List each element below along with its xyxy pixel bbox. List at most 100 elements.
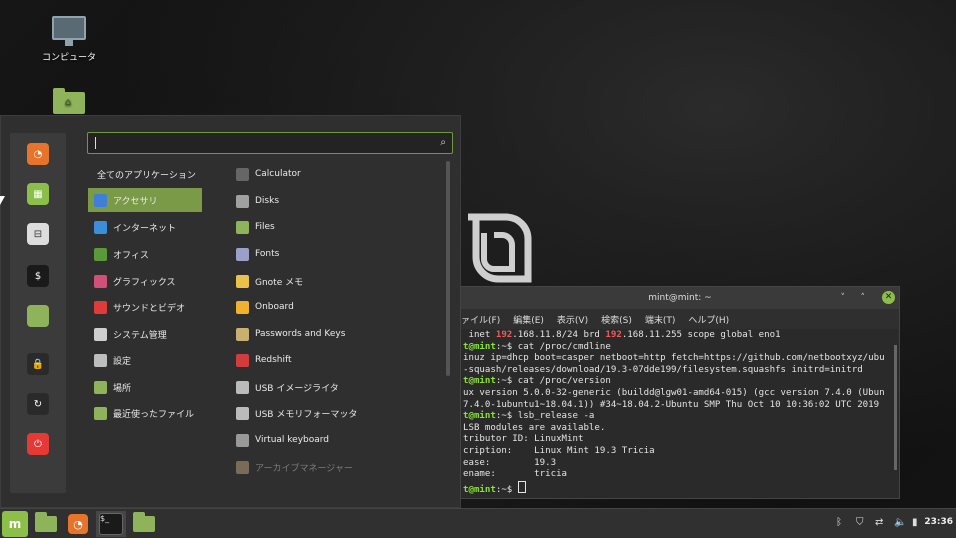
app-item[interactable]: Fonts bbox=[236, 242, 436, 266]
category-all-applications[interactable]: 全てのアプリケーション bbox=[88, 162, 211, 186]
terminal-icon: $ bbox=[34, 270, 42, 282]
app-item[interactable]: Calculator bbox=[236, 162, 436, 186]
app-item[interactable]: アーカイブマネージャー bbox=[236, 455, 436, 479]
terminal-line: -squash/releases/download/19.3-07dde199/… bbox=[463, 365, 891, 377]
volume-icon[interactable]: 🔈 bbox=[894, 517, 906, 528]
network-icon[interactable]: ⇄ bbox=[875, 517, 883, 528]
accessories-icon bbox=[94, 193, 107, 207]
application-menu: ◔ ▦ ⊟ $ 🔒 ↻ ⏻ ⌕ 全てのアプリケーション アクセサリインターネット オフィスグラフ… bbox=[0, 115, 461, 508]
app-item[interactable]: Disks bbox=[236, 189, 436, 213]
category-item[interactable]: オフィス bbox=[88, 242, 202, 266]
category-label: サウンドとビデオ bbox=[113, 303, 186, 314]
computer-icon bbox=[52, 16, 86, 46]
launcher-files-2[interactable] bbox=[130, 511, 158, 537]
bottom-panel: m ◔ $_ ᛒ ⛉ ⇄ 🔈 ▮ 23:36 bbox=[0, 508, 956, 538]
category-label: グラフィックス bbox=[113, 277, 176, 288]
prompt: t@mint bbox=[463, 341, 496, 352]
terminal-line: cription: Linux Mint 19.3 Tricia bbox=[463, 446, 891, 458]
keyboard-icon bbox=[236, 433, 249, 447]
favorite-settings-toggle[interactable]: ⊟ bbox=[27, 223, 49, 245]
terminal-menu-item[interactable]: 表示(V) bbox=[557, 313, 588, 326]
terminal-line: ename: tricia bbox=[463, 469, 891, 481]
category-item[interactable]: 場所 bbox=[88, 375, 202, 399]
home-folder-icon: ⌂ bbox=[53, 88, 85, 114]
folder-icon bbox=[133, 512, 155, 532]
favorite-folder[interactable] bbox=[27, 305, 49, 327]
mint-menu-button[interactable]: m bbox=[2, 511, 28, 537]
terminal-line: t@mint:~$ lsb_release -a bbox=[463, 411, 891, 423]
prompt: t@mint bbox=[463, 484, 496, 495]
app-label: アーカイブマネージャー bbox=[255, 463, 353, 474]
terminal-scrollbar[interactable] bbox=[894, 345, 897, 470]
terminal-line: ux version 5.0.0-32-generic (buildd@lgw0… bbox=[463, 388, 891, 400]
clock[interactable]: 23:36 bbox=[924, 517, 953, 527]
taskbar-terminal[interactable]: $_ bbox=[96, 511, 126, 537]
lock-icon: 🔒 bbox=[31, 358, 45, 370]
category-label: オフィス bbox=[113, 250, 149, 261]
category-item[interactable]: インターネット bbox=[88, 215, 202, 239]
category-item[interactable]: サウンドとビデオ bbox=[88, 295, 202, 319]
desktop-icon-computer[interactable]: コンピュータ bbox=[34, 16, 104, 63]
settings-icon bbox=[94, 353, 107, 367]
favorite-software-manager[interactable]: ▦ bbox=[27, 183, 49, 205]
ip-highlight: 192 bbox=[605, 330, 622, 340]
category-item[interactable]: グラフィックス bbox=[88, 269, 202, 293]
category-label: インターネット bbox=[113, 223, 177, 234]
terminal-menu-item[interactable]: 編集(E) bbox=[513, 313, 544, 326]
launcher-firefox[interactable]: ◔ bbox=[64, 511, 92, 537]
category-item[interactable]: 最近使ったファイル bbox=[88, 401, 202, 425]
terminal-menu-item[interactable]: 端末(T) bbox=[645, 313, 676, 326]
terminal-text: :~$ lsb_release -a bbox=[495, 411, 595, 422]
app-item[interactable]: USB イメージライタ bbox=[236, 375, 436, 399]
bluetooth-icon[interactable]: ᛒ bbox=[836, 517, 842, 528]
app-item[interactable]: Onboard bbox=[236, 295, 436, 319]
terminal-output[interactable]: inet 192.168.11.8/24 brd 192.168.11.255 … bbox=[461, 330, 891, 498]
update-icon[interactable]: ⛉ bbox=[856, 517, 864, 528]
search-input[interactable]: ⌕ bbox=[87, 132, 453, 154]
launcher-files[interactable] bbox=[32, 511, 60, 537]
category-item[interactable]: 設定 bbox=[88, 348, 202, 372]
app-label: Onboard bbox=[255, 302, 294, 312]
app-label: Calculator bbox=[255, 169, 301, 179]
terminal-line: t@mint:~$ cat /proc/version bbox=[463, 376, 891, 388]
prompt: t@mint bbox=[463, 411, 496, 422]
app-item[interactable]: USB メモリフォーマッタ bbox=[236, 401, 436, 425]
favorite-power[interactable]: ⏻ bbox=[27, 433, 49, 455]
app-label: Disks bbox=[255, 196, 280, 206]
mint-logo-watermark bbox=[468, 213, 532, 283]
app-label: Passwords and Keys bbox=[255, 329, 346, 339]
terminal-line: tributor ID: LinuxMint bbox=[463, 434, 891, 446]
minimize-icon[interactable]: ˅ bbox=[841, 287, 846, 309]
gnote-icon bbox=[236, 274, 249, 288]
terminal-menu-item[interactable]: ァイル(F) bbox=[461, 313, 500, 326]
favorite-logout[interactable]: ↻ bbox=[27, 393, 49, 415]
favorite-terminal[interactable]: $ bbox=[27, 265, 49, 287]
app-item[interactable]: Files bbox=[236, 215, 436, 239]
terminal-menu-item[interactable]: ヘルプ(H) bbox=[688, 313, 729, 326]
favorite-firefox[interactable]: ◔ bbox=[27, 143, 49, 165]
graphics-icon bbox=[94, 274, 107, 288]
app-list-scrollbar[interactable] bbox=[446, 161, 450, 376]
app-item[interactable]: Redshift bbox=[236, 348, 436, 372]
category-label: 最近使ったファイル bbox=[113, 409, 195, 420]
terminal-text: ename: tricia bbox=[463, 469, 568, 480]
terminal-text: .168.11.255 scope global eno1 bbox=[621, 330, 781, 340]
category-item[interactable]: アクセサリ bbox=[88, 188, 202, 212]
terminal-cursor bbox=[517, 480, 526, 493]
app-item[interactable]: Passwords and Keys bbox=[236, 322, 436, 346]
terminal-menu-item[interactable]: 検索(S) bbox=[601, 313, 632, 326]
app-label: Fonts bbox=[255, 249, 280, 259]
close-icon[interactable]: ✕ bbox=[882, 291, 895, 304]
battery-icon[interactable]: ▮ bbox=[912, 517, 918, 528]
app-label: USB イメージライタ bbox=[255, 383, 339, 394]
terminal-titlebar[interactable]: mint@mint: ~ ˅ ˄ ✕ bbox=[461, 287, 899, 309]
prompt: t@mint bbox=[463, 376, 496, 387]
app-item[interactable]: Gnote メモ bbox=[236, 269, 436, 293]
terminal-text: ease: 19.3 bbox=[463, 457, 557, 468]
app-item[interactable]: Virtual keyboard bbox=[236, 428, 436, 452]
terminal-line: 7.4.0-1ubuntu1~18.04.1)) #34~18.04.2-Ubu… bbox=[463, 400, 891, 412]
terminal-text: :~$ bbox=[495, 484, 518, 495]
favorite-lock[interactable]: 🔒 bbox=[27, 353, 49, 375]
maximize-icon[interactable]: ˄ bbox=[861, 287, 866, 309]
category-item[interactable]: システム管理 bbox=[88, 322, 202, 346]
